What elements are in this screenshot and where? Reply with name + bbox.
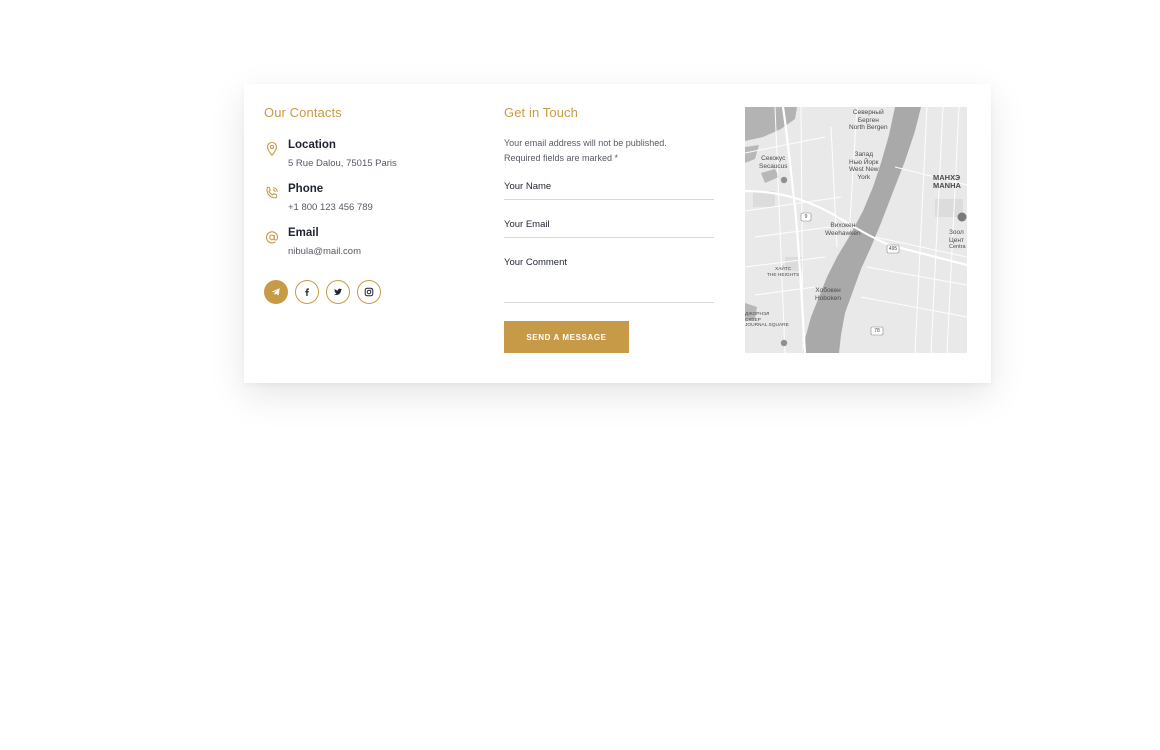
name-field[interactable]: Your Name (504, 181, 714, 200)
form-note-line: Required fields are marked * (504, 152, 619, 163)
instagram-icon (364, 287, 374, 297)
at-sign-icon (264, 229, 280, 245)
contact-value: 5 Rue Dalou, 75015 Paris (288, 158, 397, 169)
comment-label: Your Comment (504, 257, 568, 268)
send-message-button[interactable]: SEND A MESSAGE (504, 321, 629, 353)
map-label-line: Зоол (949, 229, 964, 236)
twitter-button[interactable] (326, 280, 350, 304)
contact-card: Our Contacts Location 5 Rue Dalou, 75015… (244, 84, 991, 383)
contact-label: Email (288, 227, 319, 239)
form-note-line: Your email address will not be published… (504, 138, 667, 148)
telegram-icon (271, 288, 280, 296)
map-label-line: JOURNAL SQUARE (745, 323, 789, 328)
map-label: Запад Нью Йорк West New York (849, 151, 879, 181)
comment-field[interactable]: Your Comment (504, 257, 714, 303)
telegram-button[interactable] (264, 280, 288, 304)
social-links (264, 280, 381, 304)
contacts-title: Our Contacts (264, 105, 342, 120)
map-label-line: Нью Йорк (849, 158, 879, 166)
map-label-line: Северный (852, 109, 884, 116)
highway-shield-label: 9 (804, 214, 808, 220)
map-label: ХАЙТС THE HEIGHTS (767, 267, 799, 278)
map-label-line: York (857, 173, 871, 181)
email-label: Your Email (504, 219, 550, 230)
map-label: Хобокен Hoboken (815, 287, 841, 302)
map-label-line: Запад (854, 151, 873, 158)
email-field[interactable]: Your Email (504, 219, 714, 238)
map-pin-icon (264, 141, 280, 157)
form-note: Your email address will not be published… (504, 136, 714, 165)
contact-value: nibula@mail.com (288, 246, 362, 257)
map-label-line: THE HEIGHTS (767, 272, 800, 278)
map-label-line: Берген (857, 116, 879, 124)
map-label-line: Secaucus (759, 162, 788, 170)
contact-value: +1 800 123 456 789 (288, 202, 373, 213)
instagram-button[interactable] (357, 280, 381, 304)
contact-label: Phone (288, 183, 324, 195)
map-label-line: North Bergen (849, 124, 888, 131)
map-label-line: Хобокен (815, 287, 841, 294)
map-label-line: MANHA (933, 180, 961, 190)
map-label: Северный Берген North Bergen (849, 109, 888, 132)
map-label-line: Weehawken (825, 229, 861, 237)
twitter-icon (333, 288, 342, 295)
form-title: Get in Touch (504, 105, 578, 120)
name-label: Your Name (504, 181, 552, 192)
map[interactable]: Северный Берген North Bergen Секокус Sec… (745, 107, 967, 353)
map-label-line: Цент (949, 236, 964, 244)
phone-icon (264, 185, 280, 201)
map-label: Секокус Secaucus (759, 155, 788, 170)
highway-shield-label: 495 (888, 246, 898, 252)
facebook-button[interactable] (295, 280, 319, 304)
map-label-line: West New (849, 166, 879, 173)
map-label: Зоол Цент Centra (949, 229, 966, 252)
map-label-line: Hoboken (815, 294, 842, 302)
map-label: МАНХЭ MANHA (933, 174, 961, 189)
map-label: ДЖОРНЭЛ СКВЕР JOURNAL SQUARE (745, 312, 789, 329)
highway-shield-label: 78 (874, 328, 880, 334)
contact-label: Location (288, 139, 336, 151)
facebook-icon (305, 288, 309, 296)
map-label-line: Секокус (761, 155, 786, 162)
map-label-line: Вихокен (830, 222, 856, 229)
map-label: Вихокен Weehawken (825, 222, 861, 237)
map-label-line: Centra (949, 244, 966, 250)
